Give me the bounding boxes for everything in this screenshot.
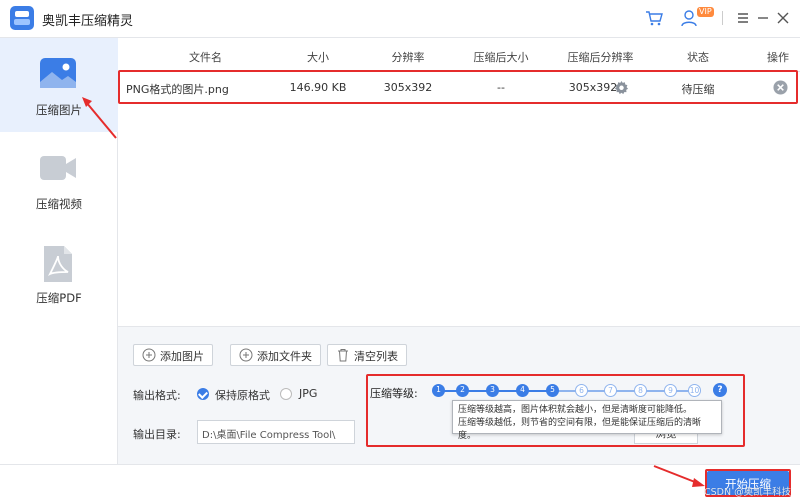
highlight-box-level — [366, 374, 745, 447]
output-dir-label: 输出目录: — [133, 428, 181, 441]
title-bar: 奥凯丰压缩精灵 VIP — [0, 0, 800, 38]
column-header: 大小 — [307, 51, 329, 64]
sidebar-item-compress-video[interactable]: 压缩视频 — [0, 132, 118, 226]
add-folder-button[interactable]: 添加文件夹 — [230, 344, 321, 366]
output-dir-field[interactable]: D:\桌面\File Compress Tool\ — [197, 420, 355, 444]
column-header: 压缩后分辨率 — [567, 51, 634, 64]
watermark: CSDN @奥凯丰科技 — [704, 487, 792, 498]
column-header: 状态 — [687, 51, 709, 64]
footer — [0, 464, 800, 500]
app-logo-icon — [10, 6, 34, 30]
sidebar-item-label: 压缩图片 — [36, 103, 82, 117]
title-separator — [722, 11, 723, 25]
sidebar-item-compress-pdf[interactable]: 压缩PDF — [0, 226, 118, 320]
image-icon — [40, 58, 76, 88]
radio-keep-format[interactable] — [197, 388, 209, 400]
add-image-label: 添加图片 — [160, 350, 204, 363]
add-image-button[interactable]: 添加图片 — [133, 344, 213, 366]
video-icon — [40, 156, 76, 180]
trash-icon — [338, 349, 348, 362]
minimize-icon[interactable] — [753, 8, 773, 28]
sidebar: 压缩图片 压缩视频 压缩PDF — [0, 38, 118, 500]
plus-circle-icon — [142, 348, 156, 362]
clear-list-label: 清空列表 — [354, 350, 398, 363]
highlight-box-row — [118, 70, 798, 104]
file-table-header: 文件名 大小 分辨率 压缩后大小 压缩后分辨率 状态 操作 — [118, 38, 800, 72]
plus-circle-icon — [239, 348, 253, 362]
sidebar-item-compress-image[interactable]: 压缩图片 — [0, 38, 118, 132]
sidebar-item-label: 压缩视频 — [36, 197, 82, 211]
pdf-icon — [44, 246, 72, 282]
column-header: 分辨率 — [391, 51, 425, 64]
sidebar-item-label: 压缩PDF — [36, 291, 82, 305]
radio-jpg-label: JPG — [299, 387, 318, 400]
close-icon[interactable] — [773, 8, 793, 28]
column-header: 压缩后大小 — [473, 51, 529, 64]
clear-list-button[interactable]: 清空列表 — [327, 344, 407, 366]
menu-icon[interactable] — [733, 8, 753, 28]
add-folder-label: 添加文件夹 — [257, 350, 312, 363]
column-header: 文件名 — [189, 51, 222, 64]
radio-keep-format-label: 保持原格式 — [215, 389, 270, 402]
cart-icon[interactable] — [644, 8, 664, 28]
app-title: 奥凯丰压缩精灵 — [42, 14, 134, 29]
radio-jpg[interactable] — [280, 388, 292, 400]
column-header: 操作 — [767, 51, 789, 64]
output-format-label: 输出格式: — [133, 389, 181, 402]
vip-badge: VIP — [697, 7, 714, 17]
